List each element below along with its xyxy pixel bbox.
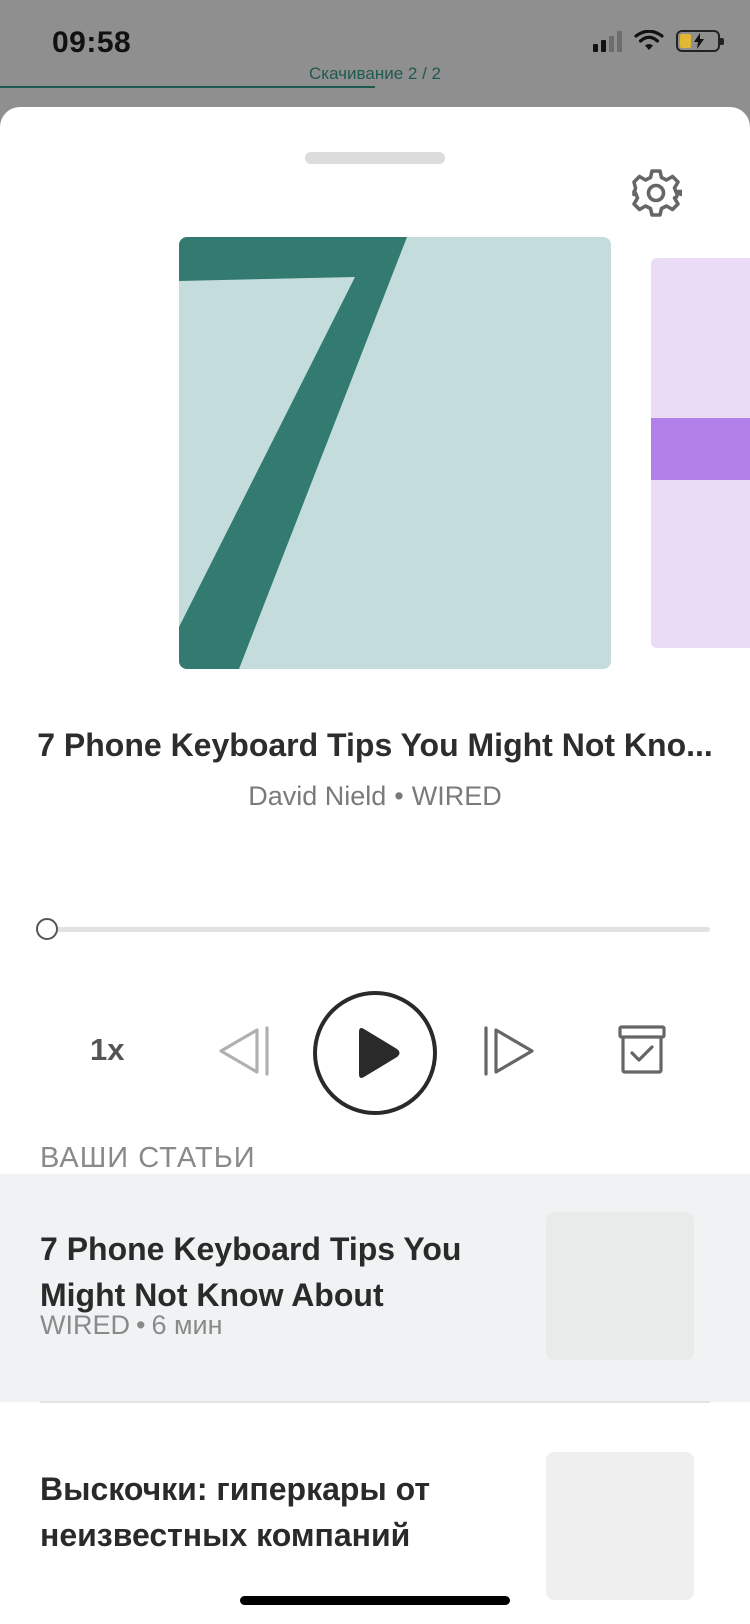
playback-scrubber[interactable] xyxy=(36,917,710,941)
list-divider xyxy=(40,1401,710,1403)
list-item-duration: 6 мин xyxy=(151,1310,223,1340)
settings-button[interactable] xyxy=(630,167,684,219)
list-item-title: 7 Phone Keyboard Tips You Might Not Know… xyxy=(40,1231,462,1313)
wifi-icon xyxy=(634,30,664,50)
play-icon xyxy=(313,991,437,1115)
author-name: David Nield xyxy=(248,781,387,811)
next-article-cover[interactable] xyxy=(651,258,750,648)
home-indicator[interactable] xyxy=(240,1596,510,1605)
status-bar: 09:58 Скачивание 2 / 2 xyxy=(0,0,750,100)
source-name: WIRED xyxy=(411,781,502,811)
list-item[interactable]: 7 Phone Keyboard Tips You Might Not Know… xyxy=(0,1174,750,1402)
gear-icon xyxy=(632,169,684,217)
status-icons xyxy=(593,30,724,52)
your-articles-header: ВАШИ СТАТЬИ xyxy=(40,1142,256,1174)
list-item-dot: • xyxy=(136,1310,146,1340)
next-cover-band xyxy=(651,418,750,480)
now-playing-byline: David Nield • WIRED xyxy=(0,781,750,812)
scrubber-thumb[interactable] xyxy=(36,918,58,940)
archive-button[interactable] xyxy=(617,1022,667,1076)
list-item-thumbnail xyxy=(546,1212,694,1360)
cover-art-seven xyxy=(179,237,611,669)
list-item-title: Выскочки: гиперкары от неизвестных компа… xyxy=(40,1471,431,1553)
play-button[interactable] xyxy=(312,990,438,1116)
download-progress-bar xyxy=(0,86,375,88)
rewind-icon xyxy=(219,1026,269,1076)
byline-dot: • xyxy=(394,781,404,811)
status-time: 09:58 xyxy=(52,26,132,59)
now-playing-title: 7 Phone Keyboard Tips You Might Not Kno.… xyxy=(37,727,713,763)
rewind-button[interactable] xyxy=(217,1024,273,1078)
list-item[interactable]: Выскочки: гиперкары от неизвестных компа… xyxy=(0,1414,750,1624)
speed-button[interactable]: 1x xyxy=(90,1032,124,1068)
playback-controls: 1x xyxy=(0,982,750,1122)
battery-charging-icon xyxy=(676,30,724,52)
list-item-source: WIRED xyxy=(40,1310,130,1340)
forward-icon xyxy=(484,1026,534,1076)
list-item-thumbnail xyxy=(546,1452,694,1600)
scrubber-track[interactable] xyxy=(46,927,710,932)
sheet-grabber[interactable] xyxy=(305,152,445,164)
article-cover[interactable] xyxy=(179,237,611,669)
forward-button[interactable] xyxy=(480,1024,536,1078)
cellular-signal-icon xyxy=(593,30,622,52)
archive-icon xyxy=(618,1025,666,1074)
list-item-meta: WIRED • 6 мин xyxy=(40,1310,223,1341)
download-status: Скачивание 2 / 2 xyxy=(309,64,441,83)
